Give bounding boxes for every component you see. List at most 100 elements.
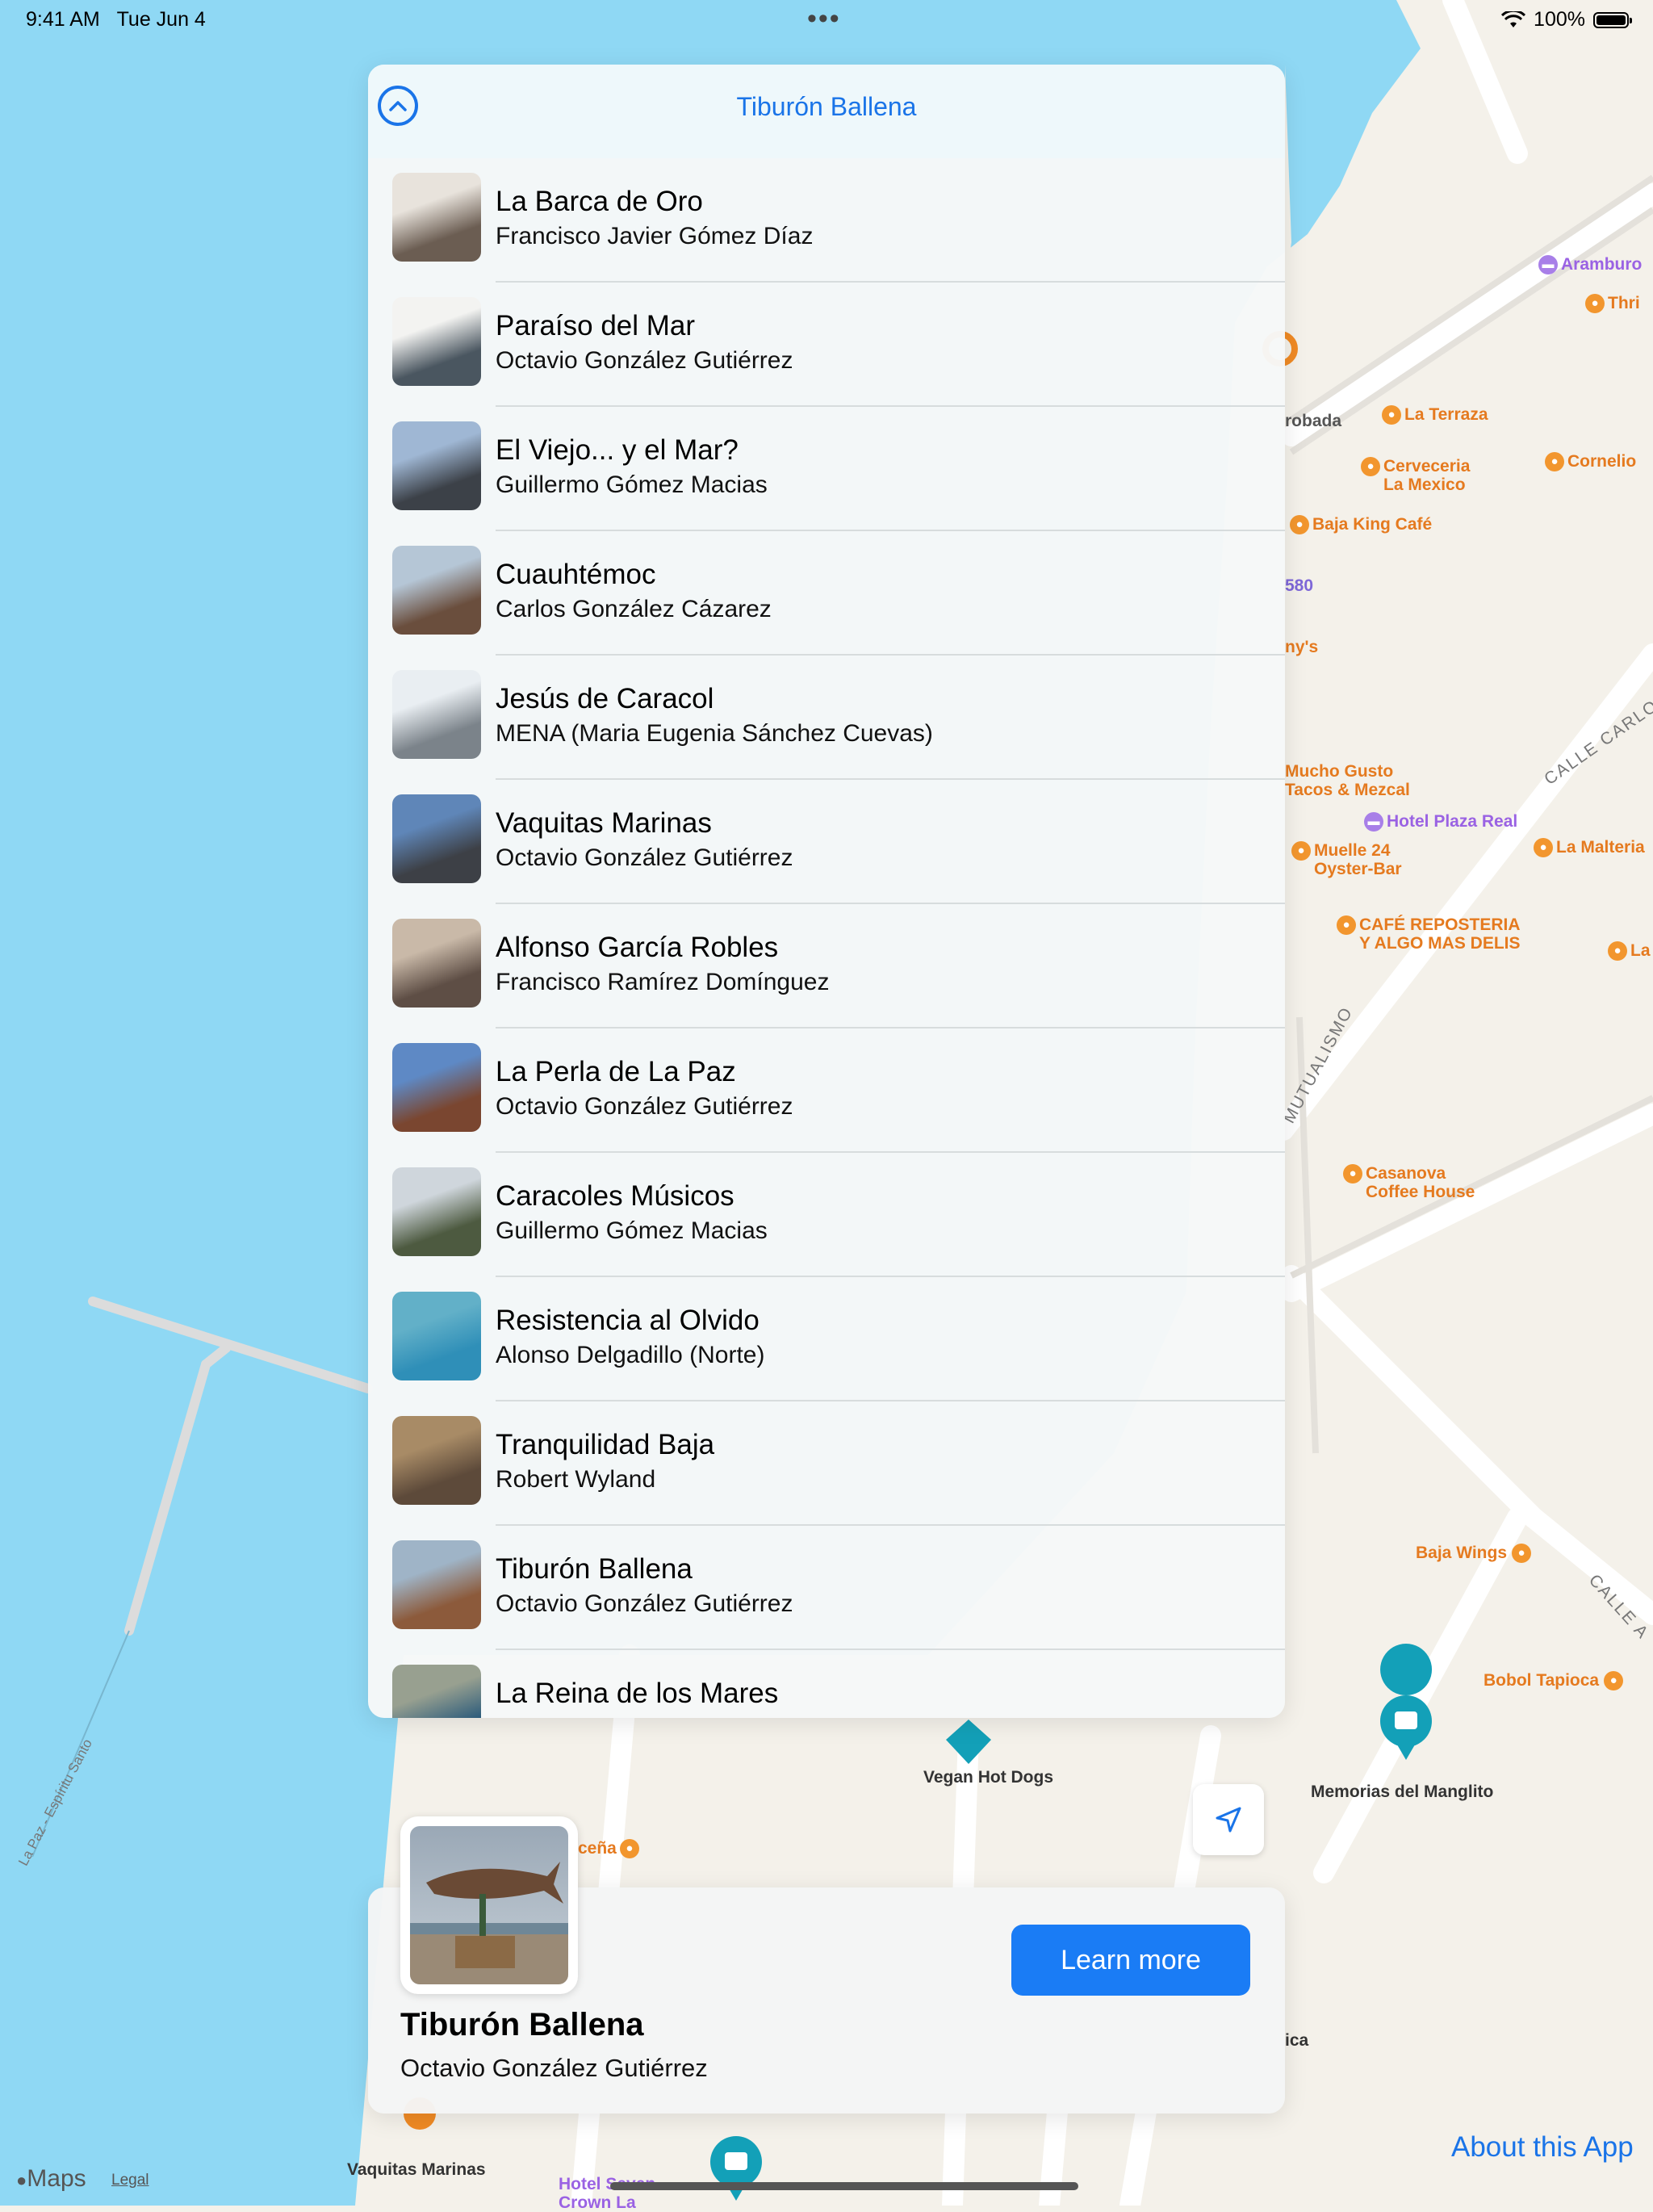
list-item[interactable]: La Perla de La Paz Octavio González Gutié…	[368, 1028, 1285, 1153]
sculpture-artist: Guillermo Gómez Macias	[496, 1217, 768, 1244]
poi-hotel-plaza-real[interactable]: ▬ Hotel Plaza Real	[1364, 812, 1517, 832]
poi-bobol-tapioca[interactable]: Bobol Tapioca ●	[1484, 1671, 1626, 1691]
fork-knife-icon: ●	[1512, 1544, 1531, 1564]
sculpture-thumbnail	[392, 1540, 481, 1629]
hotel-icon: ▬	[1364, 812, 1383, 832]
map-fragment-probada: robada	[1285, 412, 1342, 430]
sculpture-artist: Francisco Ramírez Domínguez	[496, 969, 830, 995]
sculpture-thumbnail	[392, 1292, 481, 1380]
legal-link[interactable]: Legal	[111, 2172, 149, 2189]
status-bar: 9:41 AM Tue Jun 4 ••• 100%	[0, 0, 1653, 39]
list-item[interactable]: Caracoles Músicos Guillermo Gómez Macias	[368, 1153, 1285, 1277]
location-arrow-icon	[1216, 1807, 1241, 1833]
sculpture-artist: Guillermo Gómez Macias	[496, 471, 768, 498]
list-item[interactable]: Vaquitas Marinas Octavio González Gutiérr…	[368, 780, 1285, 904]
wifi-icon	[1501, 10, 1526, 27]
map-fragment-nys: ny's	[1285, 638, 1319, 656]
list-item[interactable]: Alfonso García Robles Francisco Ramírez D…	[368, 904, 1285, 1028]
food-icon: ●	[619, 1839, 639, 1859]
sculpture-thumbnail	[392, 173, 481, 262]
sculpture-artist: Robert Wyland	[496, 1466, 656, 1493]
sculpture-artist: Carlos González Cázarez	[496, 596, 772, 622]
sculpture-title: Cuauhtémoc	[496, 559, 656, 590]
poi-la[interactable]: ● La	[1608, 941, 1651, 961]
food-icon: ●	[1291, 841, 1311, 861]
sculpture-title: Tiburón Ballena	[496, 1553, 693, 1585]
poi-aramburo[interactable]: ▬ Aramburo	[1538, 255, 1642, 275]
map-fragment-hotel-seven: Hotel Seven Crown La	[559, 2175, 656, 2212]
sculpture-thumbnail	[392, 546, 481, 635]
landmark-vegan-hot-dogs[interactable]: Vegan Hot Dogs	[923, 1768, 1053, 1787]
sculpture-artist: Francisco Javier Gómez Díaz	[496, 223, 814, 249]
sculpture-title: Caracoles Músicos	[496, 1180, 734, 1212]
home-indicator[interactable]	[610, 2182, 1078, 2190]
about-this-app-link[interactable]: About this App	[1451, 2131, 1634, 2164]
poi-la-malteria[interactable]: ● La Malteria	[1534, 838, 1645, 858]
sculpture-artist: Octavio González Gutiérrez	[496, 347, 793, 374]
list-item[interactable]: Cuauhtémoc Carlos González Cázarez	[368, 531, 1285, 656]
locate-me-button[interactable]	[1193, 1784, 1264, 1855]
sculpture-title: Paraíso del Mar	[496, 310, 696, 341]
selected-sculpture-artist: Octavio González Gutiérrez	[400, 2054, 708, 2082]
sculpture-thumbnail	[392, 1416, 481, 1505]
list-item[interactable]: La Reina de los Mares	[368, 1650, 1285, 1718]
sculpture-title: El Viejo... y el Mar?	[496, 434, 739, 466]
sculpture-title: La Perla de La Paz	[496, 1056, 736, 1087]
selected-sculpture-card[interactable]: Tiburón Ballena Octavio González Gutiérr…	[368, 1816, 1285, 2114]
list-item[interactable]: Resistencia al Olvido Alonso Delgadillo (…	[368, 1277, 1285, 1401]
sculpture-thumbnail	[392, 919, 481, 1008]
sculpture-thumbnail	[392, 1665, 481, 1718]
fork-knife-icon: ●	[1534, 838, 1553, 858]
fork-knife-icon: ●	[1604, 1671, 1624, 1691]
battery-percent: 100%	[1534, 8, 1585, 31]
list-item[interactable]: Tiburón Ballena Octavio González Gutiérre…	[368, 1526, 1285, 1650]
cup-icon: ●	[1343, 1164, 1362, 1184]
list-item[interactable]: El Viejo... y el Mar? Guillermo Gómez Mac…	[368, 407, 1285, 531]
food-icon: ●	[1545, 452, 1564, 472]
poi-baja-wings[interactable]: Baja Wings ●	[1416, 1544, 1534, 1564]
sculpture-title: Resistencia al Olvido	[496, 1305, 760, 1336]
multitasking-dots-icon[interactable]: •••	[807, 5, 841, 32]
poi-muelle-24[interactable]: ● Muelle 24 Oyster-Bar	[1291, 841, 1402, 878]
selected-sculpture-photo	[400, 1816, 578, 1994]
sculpture-thumbnail	[392, 297, 481, 386]
sculpture-thumbnail	[392, 421, 481, 510]
sculpture-list-panel: Tiburón Ballena La Barca de Oro Francisco…	[368, 65, 1285, 1718]
poi-cornelio[interactable]: ● Cornelio	[1545, 452, 1636, 472]
sculpture-artist: Alonso Delgadillo (Norte)	[496, 1342, 765, 1368]
sculpture-image	[410, 1826, 568, 1984]
landmark-memorias-del-manglito[interactable]: Memorias del Manglito	[1311, 1783, 1493, 1802]
poi-cafe-reposteria[interactable]: ● CAFÉ REPOSTERIA Y ALGO MAS DELIS	[1337, 915, 1521, 953]
sculpture-title: La Reina de los Mares	[496, 1678, 779, 1709]
sculpture-artist: Octavio González Gutiérrez	[496, 844, 793, 871]
list-item[interactable]: La Barca de Oro Francisco Javier Gómez Dí…	[368, 158, 1285, 283]
map-fragment-cena: ceña ●	[578, 1839, 642, 1859]
cup-icon: ●	[1337, 915, 1356, 936]
sculpture-artist: Octavio González Gutiérrez	[496, 1590, 793, 1617]
sculpture-thumbnail	[392, 794, 481, 883]
sculpture-artist: MENA (Maria Eugenia Sánchez Cuevas)	[496, 720, 933, 747]
poi-la-terraza[interactable]: ● La Terraza	[1382, 405, 1488, 425]
list-item[interactable]: Tranquilidad Baja Robert Wyland	[368, 1401, 1285, 1526]
sculpture-title: Tranquilidad Baja	[496, 1429, 715, 1460]
battery-icon	[1593, 11, 1632, 28]
beer-icon: ●	[1361, 457, 1380, 477]
poi-casanova[interactable]: ● Casanova Coffee House	[1343, 1164, 1475, 1201]
maps-attribution: ●Maps	[16, 2165, 86, 2192]
learn-more-button[interactable]: Learn more	[1011, 1925, 1250, 1996]
sculpture-list[interactable]: La Barca de Oro Francisco Javier Gómez Dí…	[368, 158, 1285, 1718]
poi-thri[interactable]: ● Thri	[1585, 294, 1640, 314]
cup-icon: ●	[1290, 515, 1309, 535]
map-fragment-ica: ica	[1285, 2031, 1309, 2050]
hotel-icon: ▬	[1538, 255, 1558, 275]
list-item[interactable]: Jesús de Caracol MENA (Maria Eugenia Sánc…	[368, 656, 1285, 780]
sculpture-title: Vaquitas Marinas	[496, 807, 712, 839]
poi-cerveceria[interactable]: ● Cerveceria La Mexico	[1361, 457, 1470, 494]
panel-header: Tiburón Ballena	[368, 65, 1285, 158]
poi-baja-king-cafe[interactable]: ● Baja King Café	[1290, 515, 1432, 535]
panel-title: Tiburón Ballena	[736, 92, 917, 121]
sculpture-title: Alfonso García Robles	[496, 932, 779, 963]
landmark-vaquitas-marinas[interactable]: Vaquitas Marinas	[347, 2160, 486, 2180]
list-item[interactable]: Paraíso del Mar Octavio González Gutiérre…	[368, 283, 1285, 407]
selected-sculpture-title: Tiburón Ballena	[400, 2007, 644, 2042]
